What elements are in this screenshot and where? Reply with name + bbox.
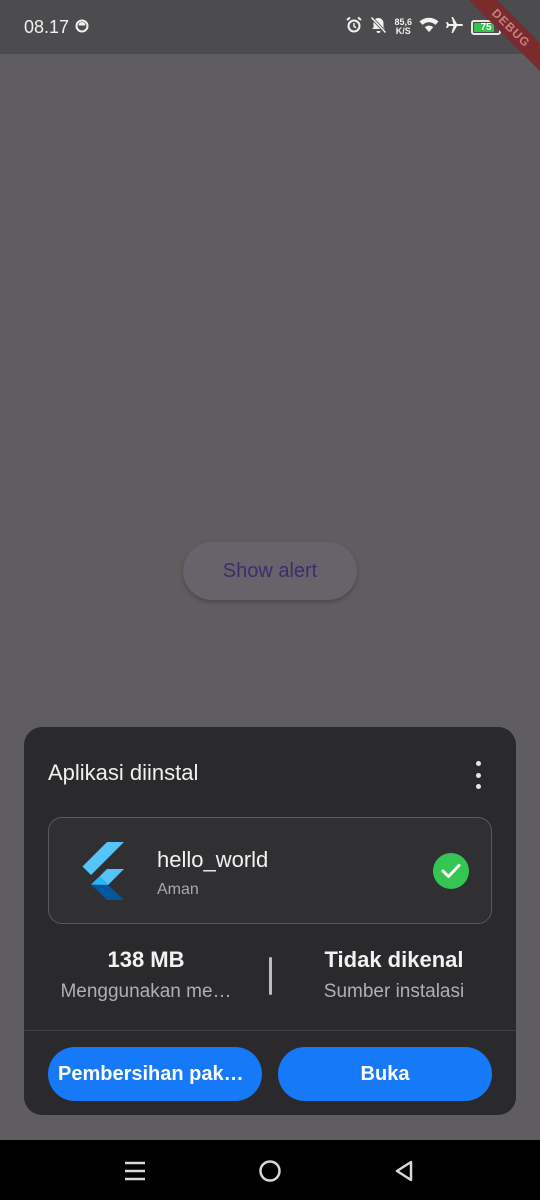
wifi-icon	[419, 17, 439, 38]
show-alert-button[interactable]: Show alert	[183, 542, 357, 600]
navigation-bar	[0, 1140, 540, 1200]
package-cleanup-button[interactable]: Pembersihan paket…	[48, 1047, 262, 1101]
network-speed: 85,6 K/S	[394, 18, 412, 36]
verified-check-icon	[433, 853, 469, 889]
open-app-button[interactable]: Buka	[278, 1047, 492, 1101]
sync-icon	[75, 17, 89, 38]
install-source-label: Sumber instalasi	[323, 981, 465, 1002]
flutter-logo-icon	[79, 842, 127, 905]
network-speed-unit: K/S	[395, 26, 411, 36]
storage-label: Menggunakan me…	[60, 981, 232, 1002]
storage-size: 138 MB	[107, 947, 185, 972]
recent-apps-icon[interactable]	[121, 1158, 149, 1184]
app-info-card: hello_world Aman	[48, 817, 492, 924]
install-source: Tidak dikenal	[324, 947, 464, 972]
battery-level: 75	[480, 21, 492, 33]
app-safety-status: Aman	[157, 881, 199, 898]
storage-stat[interactable]: 138 MB Menggunakan me…	[46, 947, 246, 1003]
source-stat: Tidak dikenal Sumber instalasi	[294, 947, 494, 1003]
muted-notification-icon	[370, 15, 388, 39]
alarm-icon	[345, 16, 363, 39]
more-options-icon[interactable]	[472, 761, 484, 789]
back-icon[interactable]	[390, 1158, 418, 1184]
stats-divider	[269, 957, 272, 995]
clock: 08.17	[24, 16, 70, 37]
sheet-title: Aplikasi diinstal	[48, 760, 199, 785]
app-name: hello_world	[157, 847, 269, 872]
sheet-divider	[24, 1030, 516, 1031]
status-bar: 08.17 85,6 K/S 75	[0, 0, 540, 54]
airplane-icon	[446, 16, 464, 39]
home-icon[interactable]	[256, 1158, 284, 1184]
app-installed-sheet: Aplikasi diinstal hello_world Aman 138 M…	[24, 727, 516, 1115]
app-stats: 138 MB Menggunakan me… Tidak dikenal Sum…	[24, 947, 516, 1007]
status-left: 08.17	[24, 17, 89, 38]
